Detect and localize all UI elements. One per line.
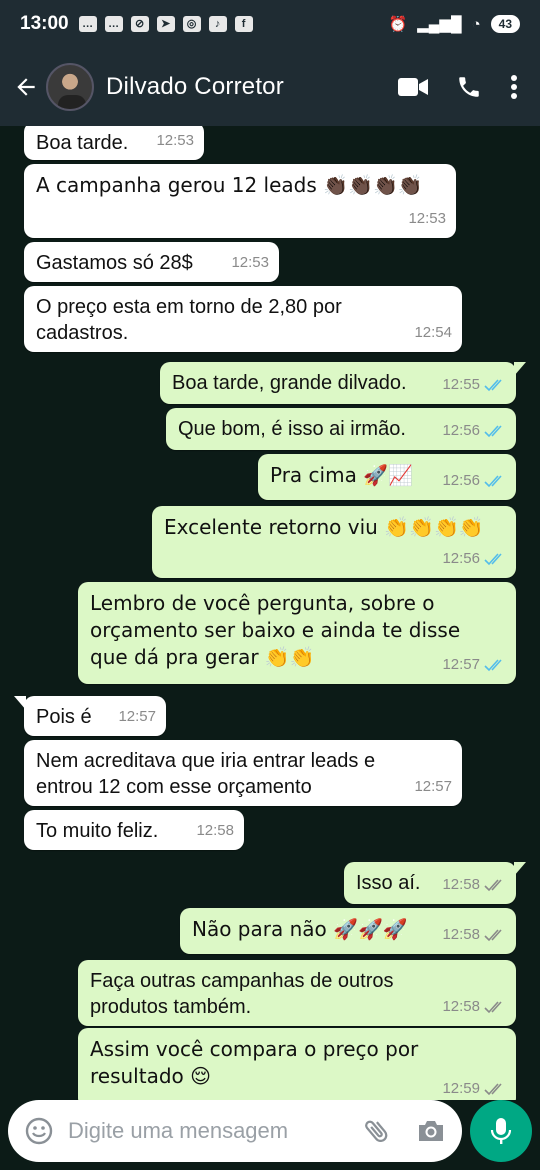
back-button[interactable] xyxy=(6,67,46,107)
message-text: Excelente retorno viu 👏👏👏👏 xyxy=(164,515,484,539)
message-time: 12:54 xyxy=(414,324,452,341)
message-time: 12:57 xyxy=(442,652,506,678)
message-time: 12:53 xyxy=(156,132,194,149)
message-bubble[interactable]: Pra cima 🚀📈 12:56 xyxy=(258,454,516,500)
delivered-receipt-icon xyxy=(484,929,502,942)
message-text: To muito feliz. xyxy=(36,820,159,842)
message-bubble[interactable]: O preço esta em torno de 2,80 por cadast… xyxy=(24,286,462,352)
facebook-icon: f xyxy=(234,16,253,32)
tiktok-icon: ♪ xyxy=(208,16,227,32)
back-arrow-icon xyxy=(17,78,35,96)
message-bubble[interactable]: To muito feliz. 12:58 xyxy=(24,810,244,850)
message-list[interactable]: Boa tarde. 12:53 A campanha gerou 12 lea… xyxy=(0,126,540,1100)
message-bubble[interactable]: Boa tarde, grande dilvado. 12:55 xyxy=(160,362,526,404)
message-bubble[interactable]: Boa tarde. 12:53 xyxy=(24,126,204,160)
message-text: Que bom, é isso ai irmão. xyxy=(178,418,406,440)
message-text: Nem acreditava que iria entrar leads e e… xyxy=(36,750,376,798)
chat-header: Dilvado Corretor xyxy=(0,48,540,126)
emoji-icon[interactable] xyxy=(24,1116,54,1146)
message-bubble[interactable]: A campanha gerou 12 leads 👏🏿👏🏿👏🏿👏🏿 12:53 xyxy=(24,164,456,238)
read-receipt-icon xyxy=(484,553,502,566)
composer-bar: Digite uma mensagem xyxy=(0,1100,540,1170)
system-icons: ⏰ ▂▄▆█ ◔ 43 xyxy=(389,15,520,33)
message-time: 12:53 xyxy=(231,254,269,271)
status-bar: 13:00 … … ⊘ ➤ ◎ ♪ f ⏰ ▂▄▆█ ◔ 43 xyxy=(0,0,540,48)
message-time: 12:59 xyxy=(442,1076,506,1100)
read-receipt-icon xyxy=(484,425,502,438)
message-text: Lembro de você pergunta, sobre o orçamen… xyxy=(90,591,461,669)
signal-icon: ▂▄▆█ xyxy=(417,16,462,33)
message-text: Pois é xyxy=(36,706,92,728)
delivered-receipt-icon xyxy=(484,1083,502,1096)
message-bubble[interactable]: Não para não 🚀🚀🚀 12:58 xyxy=(180,908,516,954)
message-time: 12:58 xyxy=(442,994,506,1020)
read-receipt-icon xyxy=(484,475,502,488)
message-text: Pra cima 🚀📈 xyxy=(270,463,413,487)
message-bubble[interactable]: Excelente retorno viu 👏👏👏👏 12:56 xyxy=(152,506,516,578)
chat-notification-icon: … xyxy=(104,16,123,32)
message-text: O preço esta em torno de 2,80 por cadast… xyxy=(36,296,342,344)
message-time: 12:56 xyxy=(442,546,506,572)
avatar[interactable] xyxy=(46,63,94,111)
delivered-receipt-icon xyxy=(484,879,502,892)
battery-icon: 43 xyxy=(490,15,520,33)
message-bubble[interactable]: Gastamos só 28$ 12:53 xyxy=(24,242,279,282)
alarm-icon: ⏰ xyxy=(388,16,408,33)
message-time: 12:57 xyxy=(414,778,452,795)
message-time: 12:58 xyxy=(442,922,506,948)
message-bubble[interactable]: Lembro de você pergunta, sobre o orçamen… xyxy=(78,582,516,684)
message-bubble[interactable]: Que bom, é isso ai irmão. 12:56 xyxy=(166,408,516,450)
delivered-receipt-icon xyxy=(484,1001,502,1014)
notification-icons: … … ⊘ ➤ ◎ ♪ f xyxy=(78,16,253,32)
message-time: 12:56 xyxy=(442,418,506,444)
message-text: Boa tarde, grande dilvado. xyxy=(172,372,407,394)
message-input[interactable]: Digite uma mensagem xyxy=(8,1100,462,1162)
message-text: A campanha gerou 12 leads 👏🏿👏🏿👏🏿👏🏿 xyxy=(36,173,423,197)
microphone-icon xyxy=(490,1118,512,1144)
message-time: 12:53 xyxy=(408,210,446,227)
message-time: 12:58 xyxy=(196,822,234,839)
attach-icon[interactable] xyxy=(362,1116,392,1146)
video-call-icon[interactable] xyxy=(398,76,428,98)
message-text: Boa tarde. xyxy=(36,132,129,154)
status-time: 13:00 xyxy=(20,13,69,34)
message-time: 12:58 xyxy=(442,872,506,898)
contact-name[interactable]: Dilvado Corretor xyxy=(106,73,284,101)
message-time: 12:55 xyxy=(442,372,506,398)
message-text: Não para não 🚀🚀🚀 xyxy=(192,917,408,941)
wifi-icon: ◔ xyxy=(471,15,481,33)
phone-call-icon[interactable] xyxy=(456,74,482,100)
message-time: 12:57 xyxy=(118,708,156,725)
blocked-icon: ⊘ xyxy=(130,16,149,32)
more-options-icon[interactable] xyxy=(510,74,518,100)
voice-message-button[interactable] xyxy=(470,1100,532,1162)
message-text: Isso aí. xyxy=(356,872,421,894)
message-time: 12:56 xyxy=(442,468,506,494)
message-bubble[interactable]: Nem acreditava que iria entrar leads e e… xyxy=(24,740,462,806)
message-bubble[interactable]: Faça outras campanhas de outros produtos… xyxy=(78,960,516,1026)
message-bubble[interactable]: Isso aí. 12:58 xyxy=(344,862,526,904)
message-bubble[interactable]: Assim você compara o preço por resultado… xyxy=(78,1028,516,1100)
read-receipt-icon xyxy=(484,659,502,672)
telegram-icon: ➤ xyxy=(156,16,175,32)
message-text: Assim você compara o preço por resultado… xyxy=(90,1037,419,1088)
message-text: Faça outras campanhas de outros produtos… xyxy=(90,970,394,1018)
camera-icon[interactable] xyxy=(416,1117,446,1145)
message-bubble[interactable]: Pois é 12:57 xyxy=(14,696,166,736)
read-receipt-icon xyxy=(484,379,502,392)
chat-notification-icon: … xyxy=(78,16,97,32)
instagram-icon: ◎ xyxy=(182,16,201,32)
message-input-placeholder: Digite uma mensagem xyxy=(68,1118,289,1143)
message-text: Gastamos só 28$ xyxy=(36,252,193,274)
